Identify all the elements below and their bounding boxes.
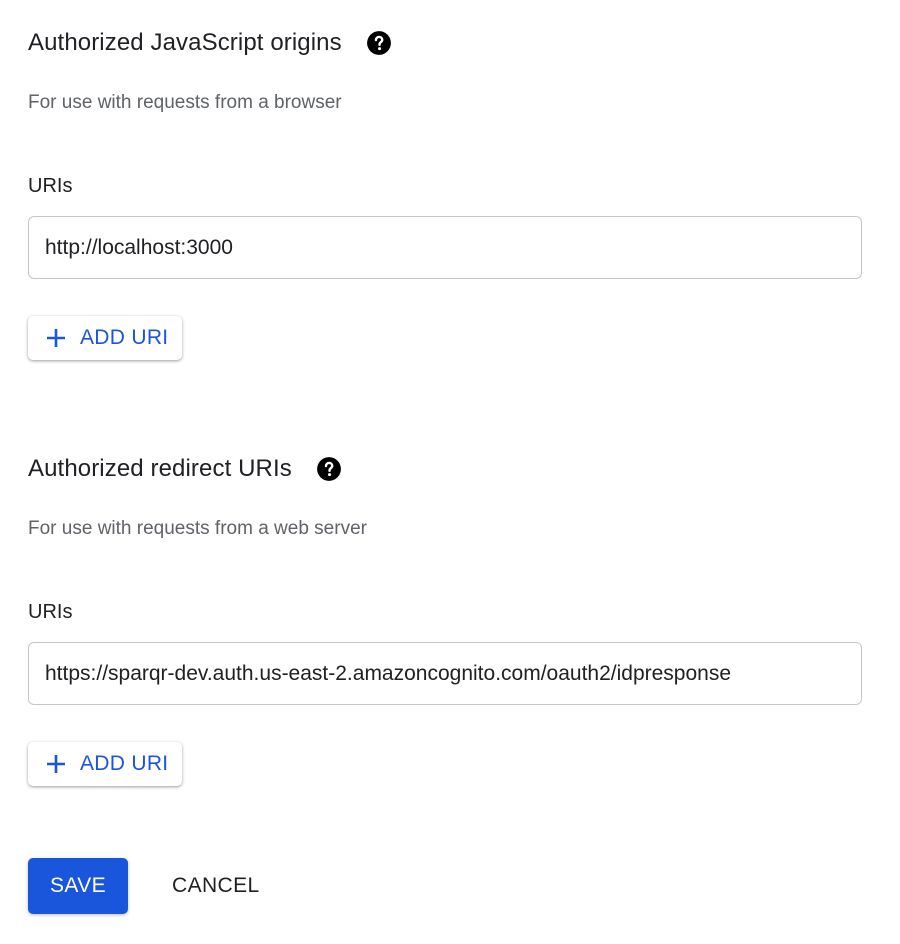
redirect-uris-description: For use with requests from a web server bbox=[28, 518, 367, 539]
plus-icon bbox=[44, 752, 68, 776]
javascript-origin-uri-input[interactable] bbox=[28, 216, 862, 279]
add-redirect-uri-button[interactable]: ADD URI bbox=[28, 742, 182, 786]
save-button[interactable]: SAVE bbox=[28, 858, 128, 914]
add-javascript-origin-uri-button[interactable]: ADD URI bbox=[28, 316, 182, 360]
javascript-origins-description: For use with requests from a browser bbox=[28, 92, 342, 113]
cancel-button[interactable]: CANCEL bbox=[152, 858, 280, 914]
javascript-origins-uris-label: URIs bbox=[28, 175, 73, 197]
plus-icon bbox=[44, 326, 68, 350]
help-circle-icon[interactable] bbox=[366, 30, 392, 56]
add-uri-label: ADD URI bbox=[80, 752, 169, 775]
add-uri-label: ADD URI bbox=[80, 326, 169, 349]
help-circle-icon[interactable] bbox=[316, 456, 342, 482]
javascript-origins-heading-row: Authorized JavaScript origins bbox=[28, 28, 392, 58]
redirect-uris-label: URIs bbox=[28, 601, 73, 623]
oauth-client-settings-page: Authorized JavaScript origins For use wi… bbox=[0, 0, 900, 944]
redirect-uri-input[interactable] bbox=[28, 642, 862, 705]
javascript-origins-heading: Authorized JavaScript origins bbox=[28, 29, 342, 56]
redirect-uris-heading-row: Authorized redirect URIs bbox=[28, 454, 342, 484]
form-actions: SAVE CANCEL bbox=[28, 858, 280, 914]
redirect-uris-heading: Authorized redirect URIs bbox=[28, 455, 292, 482]
